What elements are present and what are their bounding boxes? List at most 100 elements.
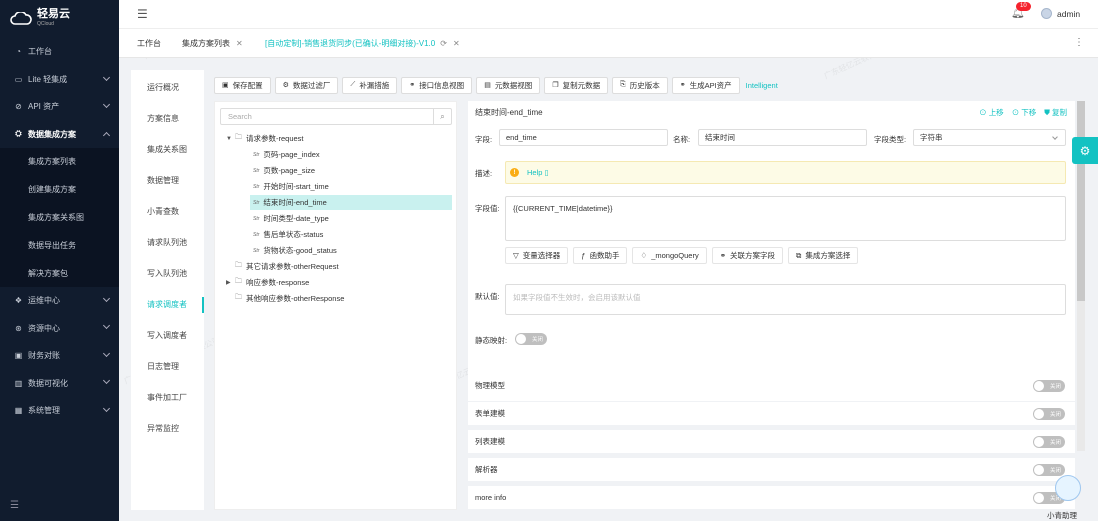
more-info-row[interactable]: more info 关闭 <box>468 486 1075 509</box>
tree-node[interactable]: ▶ 🗀︎ 响应参数-response <box>226 275 309 290</box>
caret-right-icon[interactable]: ▶ <box>226 279 235 286</box>
sidebar-item-visual[interactable]: ▥ 数据可视化 <box>0 369 119 397</box>
avatar[interactable] <box>1041 8 1052 19</box>
integration-icon: ⛭ <box>15 129 22 139</box>
scheme-select-button[interactable]: ⧉ 集成方案选择 <box>788 247 859 264</box>
sidebar-item-system[interactable]: ▦ 系统管理 <box>0 397 119 425</box>
sidebar-subitem-create[interactable]: 创建集成方案 <box>0 175 119 204</box>
patch-measures-button[interactable]: ⟋ 补漏措施 <box>342 76 398 94</box>
assistant-widget[interactable]: 小青助理 <box>1043 475 1093 521</box>
tree-node[interactable]: Str 货物状态-good_status <box>253 243 337 258</box>
search-icon[interactable]: ⌕ <box>433 109 451 124</box>
save-icon: ▣ <box>222 82 229 89</box>
more-vertical-icon[interactable]: ⋮ <box>1074 37 1084 48</box>
intelligent-link[interactable]: Intelligent <box>746 81 778 90</box>
toggle-label: 关闭 <box>1049 439 1061 446</box>
close-icon[interactable]: ✕ <box>453 39 460 48</box>
scheme-nav-item[interactable]: 运行概况 <box>131 72 204 103</box>
sidebar-subitem-export[interactable]: 数据导出任务 <box>0 231 119 260</box>
settings-gear-icon[interactable]: ⚙ <box>1072 137 1098 164</box>
physical-model-toggle[interactable]: 关闭 <box>1033 379 1065 392</box>
scheme-nav-item-active[interactable]: 请求调度者 <box>131 289 204 320</box>
tree-node[interactable]: Str 开始时间-start_time <box>253 179 329 194</box>
name-input[interactable]: 结束时间 <box>698 129 867 146</box>
assistant-avatar[interactable] <box>1055 475 1081 501</box>
move-down-button[interactable]: ⊙ 下移 <box>1012 107 1037 118</box>
help-link[interactable]: Help ▯ <box>527 168 549 177</box>
tab-integration-list[interactable]: 集成方案列表 ✕ <box>182 29 243 58</box>
scheme-nav-item[interactable]: 方案信息 <box>131 103 204 134</box>
parser-toggle[interactable]: 关闭 <box>1033 463 1065 476</box>
logo[interactable]: 轻易云 QCloud <box>0 0 119 38</box>
interface-view-button[interactable]: ⚭ 接口信息视图 <box>401 76 473 94</box>
tree-node[interactable]: 🗀︎ 其他响应参数-otherResponse <box>235 291 344 306</box>
move-up-button[interactable]: ⊙ 上移 <box>979 107 1004 118</box>
function-helper-button[interactable]: ƒ 函数助手 <box>573 247 628 264</box>
tree-node[interactable]: Str 页数-page_size <box>253 163 315 178</box>
sidebar-item-integration[interactable]: ⛭ 数据集成方案 <box>0 121 119 149</box>
username[interactable]: admin <box>1057 9 1080 19</box>
scheme-nav-item[interactable]: 日志管理 <box>131 351 204 382</box>
collapse-menu-icon[interactable]: ☰ <box>10 500 19 511</box>
tree-node[interactable]: 🗀︎ 其它请求参数-otherRequest <box>235 259 339 274</box>
desc-box[interactable]: ! Help ▯ <box>505 161 1066 184</box>
sidebar-item-ops[interactable]: ❖ 运维中心 <box>0 287 119 315</box>
sidebar-item-resource[interactable]: ⊛ 资源中心 <box>0 314 119 342</box>
tab-workbench[interactable]: 工作台 <box>137 29 161 58</box>
type-select[interactable]: 字符串 <box>913 129 1066 146</box>
sidebar-subitem-list[interactable]: 集成方案列表 <box>0 148 119 176</box>
tab-current-scheme[interactable]: [自动定制]-销售退货同步(已确认-明细对接)-V1.0 ⟳ ✕ <box>265 29 460 58</box>
notification-badge: 10 <box>1016 2 1031 11</box>
value-label: 字段值: <box>475 204 500 213</box>
metadata-view-button[interactable]: ▤ 元数据视图 <box>476 76 541 94</box>
scheme-nav-item[interactable]: 写入队列池 <box>131 258 204 289</box>
variable-selector-button[interactable]: ▽ 变量选择器 <box>505 247 569 264</box>
tree-node[interactable]: ▼ 🗀︎ 请求参数-request <box>226 131 304 146</box>
value-textarea[interactable]: {{CURRENT_TIME|datetime}} <box>505 196 1066 241</box>
default-textarea[interactable]: 如果字段值不生效时，会启用该默认值 <box>505 284 1066 315</box>
list-model-row[interactable]: 列表建模 关闭 <box>468 430 1075 453</box>
sidebar-item-api[interactable]: ⊘ API 资产 <box>0 93 119 121</box>
form-model-row[interactable]: 表单建模 关闭 <box>468 402 1075 425</box>
tree-search-input[interactable]: Search ⌕ <box>220 108 452 125</box>
sidebar-subitem-package[interactable]: 解决方案包 <box>0 259 119 287</box>
toggle-knob <box>1034 464 1044 475</box>
scheme-nav-item[interactable]: 写入调度者 <box>131 320 204 351</box>
list-model-toggle[interactable]: 关闭 <box>1033 435 1065 448</box>
refresh-icon[interactable]: ⟳ <box>440 39 447 48</box>
sidebar-subitem-relation[interactable]: 集成方案关系图 <box>0 203 119 232</box>
scheme-nav-item[interactable]: 异常监控 <box>131 413 204 444</box>
tree-node-selected[interactable]: Str 结束时间-end_time <box>250 195 452 210</box>
generate-api-button[interactable]: ⚭ 生成API资产 <box>671 76 740 94</box>
scheme-nav-item[interactable]: 数据管理 <box>131 165 204 196</box>
scrollbar-thumb[interactable] <box>1077 101 1085 301</box>
mongo-query-button[interactable]: ♢ _mongoQuery <box>632 247 707 264</box>
sidebar-item-finance[interactable]: ▣ 财务对账 <box>0 342 119 370</box>
form-model-toggle[interactable]: 关闭 <box>1033 407 1065 420</box>
close-icon[interactable]: ✕ <box>236 39 243 48</box>
copy-metadata-button[interactable]: ❐ 复制元数据 <box>544 76 609 94</box>
data-filter-button[interactable]: ⚙ 数据过滤厂 <box>274 76 339 94</box>
tree-node-label: 响应参数-response <box>246 278 310 287</box>
scheme-nav-item[interactable]: 请求队列池 <box>131 227 204 258</box>
related-field-button[interactable]: ⚭ 关联方案字段 <box>711 247 784 264</box>
tree-node[interactable]: Str 时间类型-date_type <box>253 211 329 226</box>
sidebar-item-workbench[interactable]: ◔ 工作台 <box>0 38 119 66</box>
tree-node[interactable]: Str 页码-page_index <box>253 147 320 162</box>
tree-node[interactable]: Str 售后单状态-status <box>253 227 323 242</box>
menu-toggle-icon[interactable]: ☰ <box>137 7 148 21</box>
sidebar-item-lite[interactable]: ▭ Lite 轻集成 <box>0 66 119 94</box>
history-button[interactable]: ⎘ 历史版本 <box>612 76 668 94</box>
scheme-nav-item[interactable]: 集成关系图 <box>131 134 204 165</box>
scheme-nav-item[interactable]: 小青查数 <box>131 196 204 227</box>
save-config-button[interactable]: ▣ 保存配置 <box>214 76 271 94</box>
copy-button[interactable]: ⛊ 复制 <box>1044 107 1067 118</box>
string-type-icon: Str <box>253 199 260 206</box>
parser-row[interactable]: 解析器 关闭 <box>468 458 1075 481</box>
physical-model-row[interactable]: 物理模型 关闭 <box>468 374 1075 397</box>
caret-down-icon[interactable]: ▼ <box>226 136 235 142</box>
field-input[interactable]: end_time <box>499 129 668 146</box>
tab-label: 工作台 <box>137 39 161 48</box>
scheme-nav-item[interactable]: 事件加工厂 <box>131 382 204 413</box>
static-map-toggle[interactable]: 关闭 <box>515 333 547 345</box>
